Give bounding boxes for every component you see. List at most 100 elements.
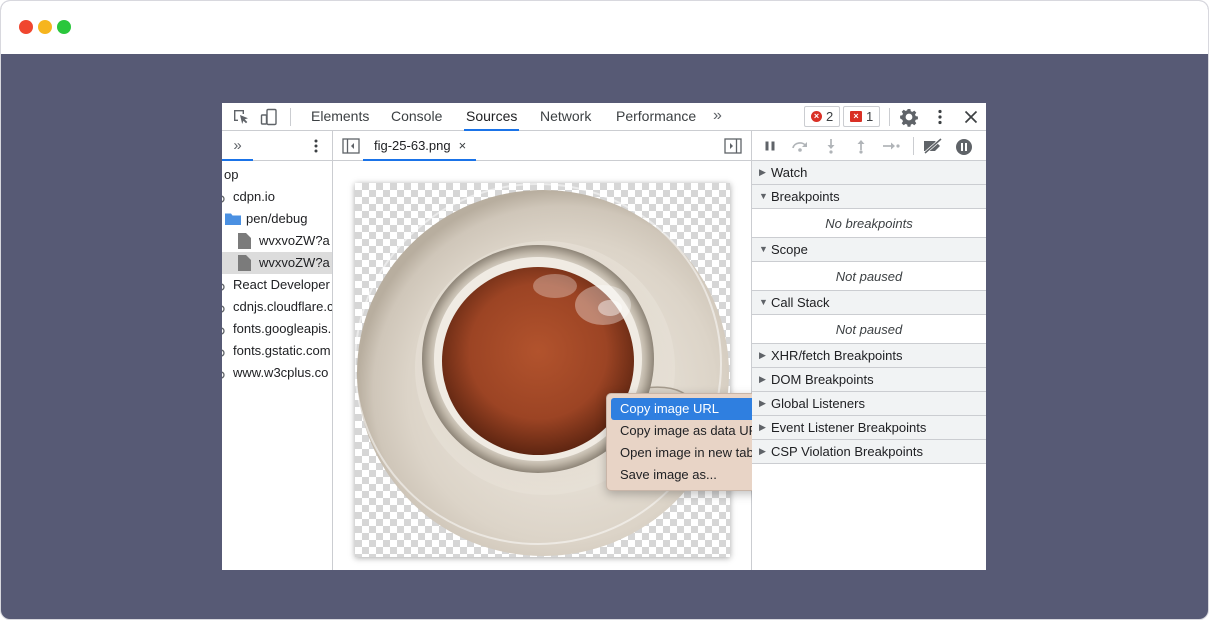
toggle-navigator-icon[interactable] <box>342 138 360 154</box>
pane-csp-violation-breakpoints[interactable]: ▶ CSP Violation Breakpoints <box>752 440 986 464</box>
source-editor: fig-25-63.png × Copy image URL Copy imag… <box>333 131 779 570</box>
error-count-badge[interactable]: × 2 <box>804 106 841 127</box>
coffee-cup-image <box>355 183 729 556</box>
tree-item-gstatic[interactable]: fonts.gstatic.com <box>222 340 332 362</box>
file-navigator: » op cdpn.io pen/debug wvxvoZW?a wvxvoZW… <box>222 131 333 570</box>
toolbar-separator <box>290 108 291 126</box>
pane-label: XHR/fetch Breakpoints <box>771 348 903 363</box>
minimize-window-button[interactable] <box>38 20 52 34</box>
pane-watch[interactable]: ▶ Watch <box>752 161 986 185</box>
window-titlebar <box>1 1 1208 54</box>
tree-item-file-selected[interactable]: wvxvoZW?a <box>222 252 332 274</box>
error-count: 2 <box>826 109 834 124</box>
step-out-icon[interactable] <box>853 138 869 154</box>
toggle-debugger-icon[interactable] <box>724 138 742 154</box>
cloud-icon <box>222 195 225 203</box>
tree-item-label: cdnjs.cloudflare.c <box>233 299 332 314</box>
pane-xhr-breakpoints[interactable]: ▶ XHR/fetch Breakpoints <box>752 344 986 368</box>
tree-item-googleapis[interactable]: fonts.googleapis. <box>222 318 332 340</box>
file-tree: op cdpn.io pen/debug wvxvoZW?a wvxvoZW?a… <box>222 164 332 384</box>
inspect-element-icon[interactable] <box>231 107 251 127</box>
tree-item-w3cplus[interactable]: www.w3cplus.co <box>222 362 332 384</box>
debugger-toolbar <box>752 131 986 161</box>
close-tab-icon[interactable]: × <box>459 138 467 153</box>
kebab-menu-icon[interactable] <box>930 107 950 127</box>
expanded-triangle-icon: ▼ <box>759 244 768 254</box>
tree-item-label: React Developer <box>233 277 330 292</box>
file-icon <box>238 233 251 249</box>
collapsed-triangle-icon: ▶ <box>759 422 766 432</box>
tab-sources[interactable]: Sources <box>464 103 520 131</box>
cloud-icon <box>222 349 225 357</box>
pane-label: Event Listener Breakpoints <box>771 420 927 435</box>
pane-label: DOM Breakpoints <box>771 372 874 387</box>
tree-item-react-devtools[interactable]: React Developer <box>222 274 332 296</box>
pane-label: Scope <box>771 242 808 257</box>
file-icon <box>238 255 251 271</box>
step-over-icon[interactable] <box>790 138 810 154</box>
tree-item-folder[interactable]: pen/debug <box>222 208 332 230</box>
tree-item-file[interactable]: wvxvoZW?a <box>222 230 332 252</box>
pane-label: Call Stack <box>771 295 830 310</box>
close-icon[interactable] <box>961 107 981 127</box>
tab-network[interactable]: Network <box>538 103 593 131</box>
gear-icon[interactable] <box>899 107 919 127</box>
pane-global-listeners[interactable]: ▶ Global Listeners <box>752 392 986 416</box>
issue-count: 1 <box>866 109 874 124</box>
tree-item-label: op <box>224 167 239 182</box>
step-into-icon[interactable] <box>823 138 839 154</box>
deactivate-breakpoints-icon[interactable] <box>922 138 944 154</box>
collapsed-triangle-icon: ▶ <box>759 374 766 384</box>
image-preview[interactable] <box>355 183 730 557</box>
devtools-panel: Elements Console Sources Network Perform… <box>222 103 986 570</box>
cloud-icon <box>222 283 225 291</box>
navigator-header: » <box>222 131 332 161</box>
tree-item-label: wvxvoZW?a <box>259 255 330 270</box>
more-tabs-button[interactable]: » <box>713 103 722 131</box>
call-stack-empty-message: Not paused <box>752 315 986 344</box>
folder-icon <box>225 213 241 225</box>
devtools-toolbar: Elements Console Sources Network Perform… <box>222 103 986 131</box>
kebab-menu-icon[interactable] <box>308 137 324 155</box>
collapsed-triangle-icon: ▶ <box>759 167 766 177</box>
tab-elements[interactable]: Elements <box>309 103 371 131</box>
expanded-triangle-icon: ▼ <box>759 297 768 307</box>
tab-performance[interactable]: Performance <box>614 103 698 131</box>
tree-item-cdpn[interactable]: cdpn.io <box>222 186 332 208</box>
pane-scope[interactable]: ▼ Scope <box>752 238 986 262</box>
toolbar-separator <box>889 108 890 126</box>
tab-console[interactable]: Console <box>389 103 444 131</box>
menu-item-save-image-as[interactable]: Save image as... <box>611 464 774 486</box>
pane-label: Breakpoints <box>771 189 840 204</box>
cloud-icon <box>222 305 225 313</box>
pane-dom-breakpoints[interactable]: ▶ DOM Breakpoints <box>752 368 986 392</box>
pane-event-listener-breakpoints[interactable]: ▶ Event Listener Breakpoints <box>752 416 986 440</box>
menu-item-copy-image-data-uri[interactable]: Copy image as data URI <box>611 420 774 442</box>
toolbar-separator <box>913 137 914 155</box>
pause-icon[interactable] <box>762 138 778 154</box>
tree-item-label: pen/debug <box>246 211 308 226</box>
pane-breakpoints[interactable]: ▼ Breakpoints <box>752 185 986 209</box>
menu-item-open-image-new-tab[interactable]: Open image in new tab <box>611 442 774 464</box>
navigator-more-tabs-button[interactable]: » <box>222 131 253 161</box>
file-tab-label: fig-25-63.png <box>374 138 451 153</box>
tree-item-label: fonts.googleapis. <box>233 321 332 336</box>
cloud-icon <box>222 327 225 335</box>
device-toolbar-icon[interactable] <box>259 107 279 127</box>
tree-item-label: wvxvoZW?a <box>259 233 330 248</box>
pause-on-exceptions-icon[interactable] <box>955 138 973 156</box>
maximize-window-button[interactable] <box>57 20 71 34</box>
scope-empty-message: Not paused <box>752 262 986 291</box>
issue-count-badge[interactable]: × 1 <box>843 106 881 127</box>
step-icon[interactable] <box>882 138 900 154</box>
collapsed-triangle-icon: ▶ <box>759 398 766 408</box>
close-window-button[interactable] <box>19 20 33 34</box>
issue-icon: × <box>850 111 862 122</box>
file-tab[interactable]: fig-25-63.png × <box>363 131 477 161</box>
tree-item-top[interactable]: op <box>222 164 332 186</box>
cloud-icon <box>222 371 225 379</box>
tree-item-cdnjs[interactable]: cdnjs.cloudflare.c <box>222 296 332 318</box>
menu-item-copy-image-url[interactable]: Copy image URL <box>611 398 774 420</box>
pane-call-stack[interactable]: ▼ Call Stack <box>752 291 986 315</box>
breakpoints-empty-message: No breakpoints <box>752 209 986 238</box>
